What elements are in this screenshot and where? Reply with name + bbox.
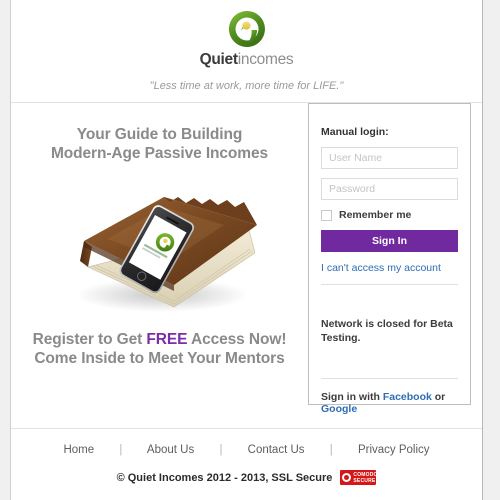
page-container: Quietincomes "Less time at work, more ti… — [10, 0, 483, 500]
wordmark-light: incomes — [237, 51, 294, 68]
facebook-signin-link[interactable]: Facebook — [383, 391, 432, 403]
password-input[interactable] — [321, 178, 458, 200]
social-signin-prefix: Sign in with — [321, 391, 383, 403]
footer-navigation: Home | About Us | Contact Us | Privacy P… — [11, 444, 482, 456]
quiet-incomes-q-logo-icon — [226, 8, 268, 50]
subheadline-highlight: FREE — [146, 331, 188, 348]
subheadline-line-2: Come Inside to Meet Your Mentors — [34, 350, 285, 367]
hero-image — [11, 169, 308, 324]
manual-login-label: Manual login: — [321, 126, 389, 138]
login-divider-top — [321, 284, 458, 285]
beta-testing-notice: Network is closed for Beta Testing. — [321, 318, 453, 344]
remember-me-row[interactable]: Remember me — [321, 209, 458, 221]
comodo-badge-line-2: SECURE — [353, 477, 376, 484]
footer-link-home[interactable]: Home — [63, 444, 94, 456]
headline-line-1: Your Guide to Building — [76, 126, 243, 143]
footer-separator-2: | — [219, 444, 223, 456]
social-signin-joiner: or — [431, 391, 446, 403]
login-panel: Manual login: Remember me Sign In I can'… — [308, 103, 471, 415]
subheadline-pre: Register to Get — [32, 331, 147, 348]
footer-link-privacy-policy[interactable]: Privacy Policy — [358, 444, 430, 456]
promo-column: Your Guide to Building Modern-Age Passiv… — [11, 103, 308, 368]
username-input[interactable] — [321, 147, 458, 169]
page-title: Your Guide to Building Modern-Age Passiv… — [11, 125, 308, 163]
remember-me-checkbox[interactable] — [321, 209, 332, 221]
footer-separator-3: | — [329, 444, 333, 456]
footer-link-about-us[interactable]: About Us — [147, 444, 194, 456]
headline-line-2: Modern-Age Passive Incomes — [50, 145, 269, 162]
copyright-text: © Quiet Incomes 2012 - 2013, SSL Secure — [116, 471, 333, 484]
footer-divider — [11, 428, 482, 429]
footer-separator-1: | — [119, 444, 123, 456]
google-signin-link[interactable]: Google — [321, 403, 357, 415]
comodo-secure-badge-icon[interactable]: COMODO SECURE — [340, 470, 377, 485]
remember-me-label: Remember me — [339, 209, 412, 221]
social-signin-row: Sign in with Facebook or Google — [321, 391, 458, 415]
site-header: Quietincomes "Less time at work, more ti… — [11, 0, 482, 103]
wordmark-bold: Quiet — [199, 51, 238, 68]
subheadline-post: Access Now! — [187, 331, 287, 348]
cant-access-account-link[interactable]: I can't access my account — [321, 262, 458, 274]
comodo-seal-icon — [342, 473, 352, 482]
comodo-badge-text: COMODO SECURE — [353, 472, 377, 484]
tagline: "Less time at work, more time for LIFE." — [149, 80, 344, 92]
promo-subheadline: Register to Get FREE Access Now! Come In… — [11, 330, 308, 368]
main-content: Your Guide to Building Modern-Age Passiv… — [11, 103, 482, 428]
copyright-row: © Quiet Incomes 2012 - 2013, SSL Secure … — [11, 470, 482, 485]
sign-in-button[interactable]: Sign In — [321, 230, 458, 252]
footer-link-contact-us[interactable]: Contact Us — [248, 444, 305, 456]
wordmark: Quietincomes — [11, 52, 482, 68]
subheadline-line-1: Register to Get FREE Access Now! — [11, 330, 308, 349]
login-divider-bottom — [321, 378, 458, 379]
